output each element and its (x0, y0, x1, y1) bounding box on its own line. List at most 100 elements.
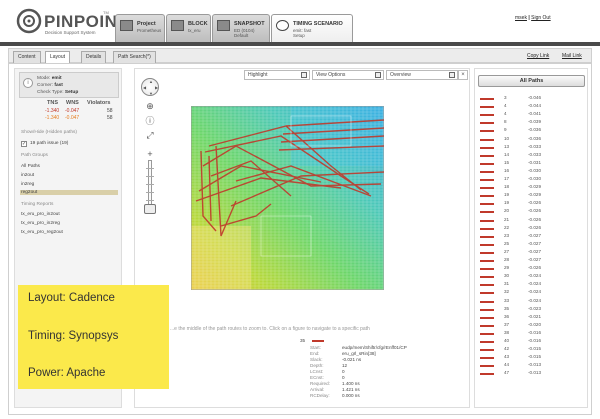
path-color-swatch (480, 179, 494, 181)
path-row[interactable]: 40 -0.016 (480, 338, 580, 346)
breadcrumb-timing-scenario[interactable]: TIMING SCENARIO emit: fast Setup (271, 14, 353, 42)
navigation-hint: ...e the middle of the path routes to zo… (170, 326, 370, 332)
breadcrumb-block[interactable]: BLOCK tx_eru (166, 14, 211, 42)
path-row[interactable]: 14 -0.033 (480, 152, 580, 160)
zoom-plus-icon[interactable]: + (143, 148, 157, 160)
path-number: 3 (504, 95, 507, 100)
app-header: PINPOINT TM Decision Support System Proj… (0, 0, 600, 44)
path-group-item[interactable]: All Paths (21, 164, 40, 169)
path-color-swatch (480, 195, 494, 198)
path-group-item-selected[interactable]: reg2out (20, 190, 118, 195)
path-row[interactable]: 21 -0.026 (480, 217, 580, 225)
path-number: 43 (504, 354, 510, 360)
path-color-swatch (480, 154, 494, 157)
path-number: 28 (504, 257, 510, 262)
crumb-title: SNAPSHOT (234, 21, 265, 27)
path-color-swatch (480, 349, 494, 352)
path-row[interactable]: 35 -0.023 (480, 306, 580, 314)
view-options-dropdown[interactable]: View Options (312, 70, 384, 80)
path-row[interactable]: 9 -0.036 (480, 127, 580, 135)
path-color-swatch (480, 106, 494, 109)
hidden-paths-toggle[interactable]: Show/Hide (Hidden paths) (21, 130, 77, 135)
path-color-swatch (312, 340, 324, 342)
path-row[interactable]: 28 -0.027 (480, 257, 580, 265)
copy-link[interactable]: Copy Link (527, 53, 549, 59)
path-slack: -0.030 (528, 176, 542, 181)
tab-path-search[interactable]: Path Search(*) (113, 51, 156, 63)
timing-report-item[interactable]: tx_eru_pro_in2out (21, 212, 60, 217)
overview-dropdown[interactable]: Overview (386, 70, 458, 80)
path-row[interactable]: 37 -0.020 (480, 322, 580, 330)
close-icon[interactable]: × (458, 70, 468, 80)
tab-content[interactable]: Content (13, 51, 41, 63)
dropdown-arrow-icon (301, 72, 307, 78)
path-slack: -0.013 (528, 370, 542, 376)
zoom-slider-thumb[interactable] (144, 204, 156, 214)
dropdown-arrow-icon (375, 72, 381, 78)
path-row[interactable]: 32 -0.024 (480, 289, 580, 297)
path-row[interactable]: 22 -0.026 (480, 225, 580, 233)
path-row[interactable]: 47 -0.013 (480, 370, 580, 378)
path-color-swatch (480, 268, 494, 271)
metric-violators: 58 (107, 108, 113, 114)
user-link[interactable]: msek (515, 15, 527, 21)
path-row[interactable]: 10 -0.036 (480, 136, 580, 144)
info-circle-icon[interactable]: ⓘ (143, 115, 157, 127)
path-row[interactable]: 13 -0.033 (480, 144, 580, 152)
path-row[interactable]: 29 -0.026 (480, 265, 580, 273)
path-row[interactable]: 20 -0.026 (480, 208, 580, 216)
path-number: 38 (504, 329, 510, 335)
fit-view-icon[interactable]: ⤢ (143, 129, 157, 141)
path-issue-checkbox[interactable]: ✓ (21, 141, 27, 147)
timing-report-item[interactable]: tx_eru_pro_in2reg (21, 221, 60, 226)
path-row[interactable]: 23 -0.027 (480, 233, 580, 241)
path-row[interactable]: 38 -0.016 (480, 330, 580, 338)
dropdown-arrow-icon (449, 72, 455, 78)
path-row[interactable]: 43 -0.015 (480, 354, 580, 362)
brand-tagline: Decision Support System (45, 30, 96, 35)
breadcrumb-project[interactable]: Project Prometheus (115, 14, 165, 42)
zoom-in-magnifier-icon[interactable]: ⊕ (143, 100, 157, 112)
crumb-sub2: Setup (293, 33, 305, 38)
path-row[interactable]: 31 -0.024 (480, 281, 580, 289)
tab-details[interactable]: Details (81, 51, 107, 63)
sign-out-link[interactable]: Sign Out (531, 15, 550, 21)
all-paths-button[interactable]: All Paths (478, 75, 585, 87)
path-color-swatch (480, 300, 494, 303)
path-number: 9 (504, 127, 507, 133)
path-row[interactable]: 30 -0.024 (480, 273, 580, 281)
path-row[interactable]: 19 -0.026 (480, 200, 580, 208)
breadcrumb-snapshot[interactable]: SNAPSHOT ED (0104) Default (212, 14, 270, 42)
path-color-swatch (480, 187, 494, 190)
path-row[interactable]: 3 -0.046 (480, 95, 580, 103)
zoom-tick (146, 200, 154, 201)
path-row[interactable]: 25 -0.027 (480, 241, 580, 249)
path-row[interactable]: 15 -0.031 (480, 160, 580, 168)
tab-layout[interactable]: Layout (45, 51, 71, 63)
timing-report-item[interactable]: tx_eru_pro_reg2out (21, 230, 63, 235)
path-row[interactable]: 42 -0.015 (480, 346, 580, 354)
mail-link[interactable]: Mail Link (562, 53, 582, 59)
path-number: 44 (504, 362, 510, 368)
path-row[interactable]: 4 -0.041 (480, 111, 580, 119)
path-row[interactable]: 19 -0.029 (480, 192, 580, 200)
check-type-row: Check Type: Setup (37, 90, 79, 95)
chip-layout-heatmap[interactable] (191, 106, 384, 290)
path-row[interactable]: 36 -0.021 (480, 314, 580, 322)
path-row[interactable]: 44 -0.013 (480, 362, 580, 370)
pan-control-icon[interactable]: ▲ ▼ ◀ ▶ (141, 78, 159, 96)
path-row[interactable]: 16 -0.030 (480, 168, 580, 176)
path-color-swatch (480, 162, 494, 165)
path-row[interactable]: 8 -0.039 (480, 119, 580, 127)
path-slack: -0.046 (528, 95, 542, 100)
path-group-item[interactable]: in2reg (21, 182, 34, 187)
path-row[interactable]: 18 -0.029 (480, 184, 580, 192)
path-slack: -0.041 (528, 111, 542, 117)
path-row[interactable]: 27 -0.027 (480, 249, 580, 257)
path-row[interactable]: 17 -0.030 (480, 176, 580, 184)
highlight-dropdown[interactable]: Highlight (244, 70, 310, 80)
path-row[interactable]: 33 -0.024 (480, 298, 580, 306)
path-slack: -0.027 (528, 240, 542, 246)
path-row[interactable]: 4 -0.044 (480, 103, 580, 111)
path-group-item[interactable]: in2out (21, 173, 34, 178)
